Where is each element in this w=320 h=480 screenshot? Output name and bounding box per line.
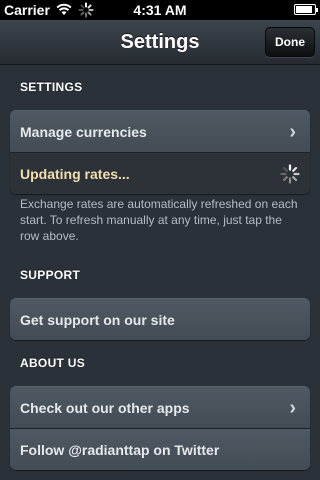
get-support-label: Get support on our site — [20, 312, 175, 328]
section-header-settings: SETTINGS — [20, 80, 83, 94]
section-header-about: ABOUT US — [20, 356, 86, 370]
status-time: 4:31 AM — [133, 2, 187, 18]
updating-rates-row[interactable]: Updating rates... — [10, 152, 310, 194]
activity-spinner-icon — [280, 164, 300, 184]
settings-footer-note: Exchange rates are automatically refresh… — [20, 197, 298, 243]
get-support-row[interactable]: Get support on our site — [10, 298, 310, 340]
section-header-support: SUPPORT — [20, 268, 81, 282]
manage-currencies-label: Manage currencies — [20, 124, 147, 140]
chevron-right-icon: › — [289, 121, 296, 143]
twitter-label: Follow @radianttap on Twitter — [20, 442, 220, 458]
support-group: Get support on our site — [10, 298, 310, 340]
battery-level — [296, 6, 312, 13]
navigation-bar: Settings Done — [0, 20, 320, 65]
other-apps-row[interactable]: Check out our other apps › — [10, 386, 310, 428]
manage-currencies-row[interactable]: Manage currencies › — [10, 110, 310, 152]
other-apps-label: Check out our other apps — [20, 400, 190, 416]
about-group: Check out our other apps › Follow @radia… — [10, 386, 310, 470]
settings-group: Manage currencies › Updating rates... — [10, 110, 310, 194]
twitter-row[interactable]: Follow @radianttap on Twitter — [10, 428, 310, 470]
done-button[interactable]: Done — [265, 27, 315, 57]
updating-rates-label: Updating rates... — [20, 166, 130, 182]
status-bar: Carrier 4:31 AM — [0, 0, 320, 20]
battery-icon — [294, 4, 318, 15]
chevron-right-icon: › — [289, 397, 296, 419]
